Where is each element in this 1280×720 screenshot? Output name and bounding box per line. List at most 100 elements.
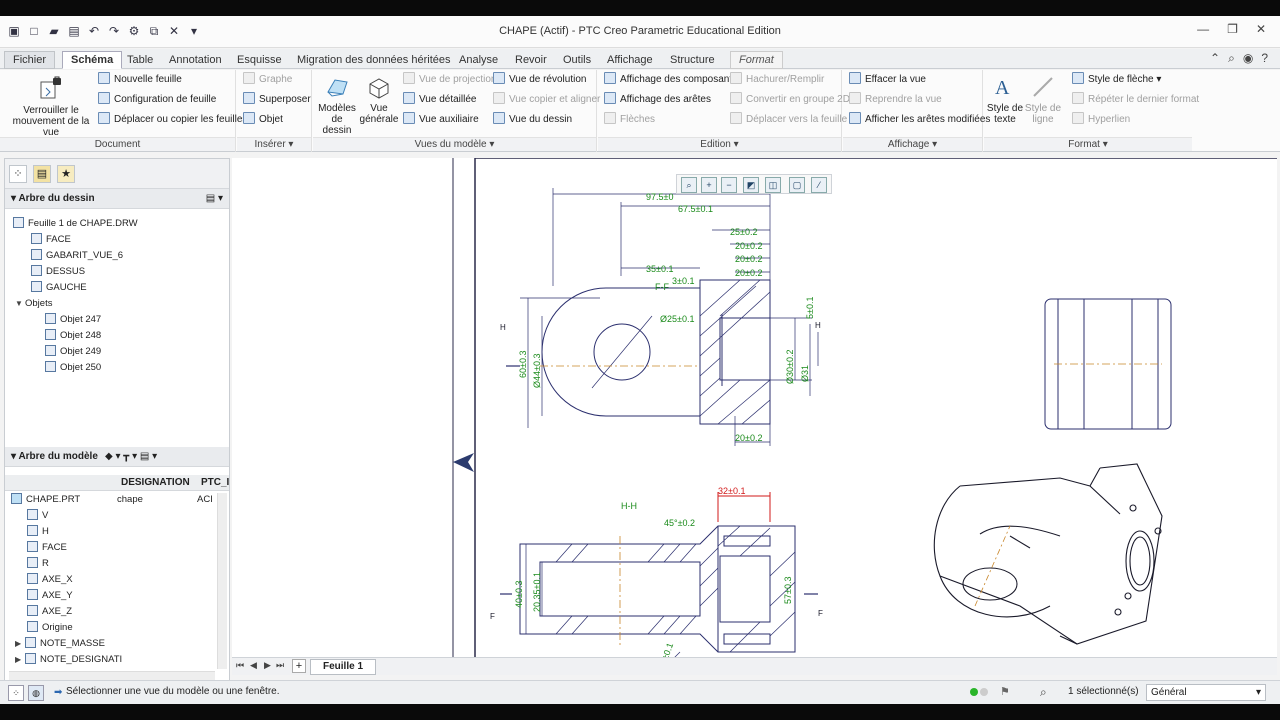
model-row-r[interactable]: R	[27, 557, 49, 571]
cut-label-h-left[interactable]: H	[500, 323, 506, 332]
tree-item-sheet[interactable]: Feuille 1 de CHAPE.DRW	[13, 217, 138, 231]
minimize-icon[interactable]: —	[1197, 22, 1209, 36]
dim-57[interactable]: 57±0.3	[783, 577, 793, 604]
dim-20-bottom[interactable]: 20±0.2	[735, 433, 762, 443]
display-style-icon[interactable]: ◫	[765, 177, 781, 193]
group-label-edition[interactable]: Edition ▾	[598, 137, 841, 151]
cut-label-f-right[interactable]: F	[818, 609, 823, 618]
tab-fichier[interactable]: Fichier	[4, 51, 56, 69]
sheet-nav-last-icon[interactable]: ⏭	[276, 660, 284, 671]
collapse-ribbon-icon[interactable]: ⌃	[1210, 51, 1220, 66]
sheet-nav-next-icon[interactable]: ▶	[264, 660, 271, 671]
drawing-canvas[interactable]: 97.5±0 67.5±0.1 25±0.2 20±0.2 20±0.2 20±…	[232, 157, 1277, 673]
drawing-view-button[interactable]: Vue du dessin	[493, 112, 572, 128]
tree-item-objet247[interactable]: Objet 247	[45, 313, 101, 327]
model-row-axe-y[interactable]: AXE_Y	[27, 589, 73, 603]
browser-toggle-icon[interactable]: ◍	[28, 685, 44, 701]
model-tree-scrollbar[interactable]	[217, 493, 227, 669]
tab-annotation[interactable]: Annotation	[160, 51, 231, 69]
expand-icon[interactable]: ▶	[15, 637, 25, 651]
text-style-button[interactable]: A Style de texte	[986, 74, 1024, 125]
expand-icon[interactable]: ▼	[15, 297, 25, 311]
dim-45deg[interactable]: 45°±0.2	[664, 518, 695, 528]
dim-5[interactable]: 5±0.1	[805, 297, 815, 319]
cut-label-h-right[interactable]: H	[815, 321, 821, 330]
dim-35[interactable]: 35±0.1	[646, 264, 673, 274]
tree-item-objet248[interactable]: Objet 248	[45, 329, 101, 343]
repeat-format-button[interactable]: Répéter le dernier format	[1072, 92, 1199, 108]
group-label-format[interactable]: Format ▾	[984, 137, 1192, 151]
model-row-origine[interactable]: Origine	[27, 621, 73, 635]
arrow-style-button[interactable]: Style de flèche ▾	[1072, 72, 1161, 88]
zoom-out-icon[interactable]: −	[721, 177, 737, 193]
drawing-tree-header[interactable]: ▾ Arbre du dessin ▤ ▾	[5, 189, 229, 209]
model-row-axe-x[interactable]: AXE_X	[27, 573, 73, 587]
add-sheet-icon[interactable]: +	[292, 659, 306, 673]
dim-97[interactable]: 97.5±0	[646, 192, 673, 202]
dim-phi25[interactable]: Ø25±0.1	[660, 314, 694, 324]
auxiliary-view-button[interactable]: Vue auxiliaire	[403, 112, 479, 128]
projection-view-button[interactable]: Vue de projection	[403, 72, 496, 88]
dim-60[interactable]: 60±0.3	[518, 351, 528, 378]
tree-item-gauche[interactable]: GAUCHE	[31, 281, 87, 295]
lock-view-button[interactable]: Verrouiller le mouvement de la vue	[8, 76, 94, 138]
overlay-button[interactable]: Superposer	[243, 92, 311, 108]
cut-label-f-left[interactable]: F	[490, 612, 495, 621]
model-tree-tools-icon[interactable]: ◆ ▾ ┳ ▾ ▤ ▾	[105, 447, 157, 467]
group-label-inserer[interactable]: Insérer ▾	[237, 137, 311, 151]
graph-button[interactable]: Graphe	[243, 72, 292, 88]
expand-icon[interactable]: ▶	[15, 653, 25, 667]
tree-item-face[interactable]: FACE	[31, 233, 71, 247]
model-row-note-masse[interactable]: ▶ NOTE_MASSE	[15, 637, 105, 651]
tab-schema[interactable]: Schéma	[62, 51, 123, 69]
convert-2d-button[interactable]: Convertir en groupe 2D	[730, 92, 850, 108]
search-icon[interactable]: ⌕	[1228, 51, 1235, 66]
group-label-affichage[interactable]: Affichage ▾	[843, 137, 982, 151]
resume-view-button[interactable]: Reprendre la vue	[849, 92, 942, 108]
new-sheet-button[interactable]: Nouvelle feuille	[98, 72, 182, 88]
dim-40[interactable]: 40±0.3	[514, 581, 524, 608]
flag-icon[interactable]: ⚑	[1000, 685, 1010, 698]
dim-20a[interactable]: 20±0.2	[735, 241, 762, 251]
datum-display-icon[interactable]: ⁄	[811, 177, 827, 193]
object-button[interactable]: Objet	[243, 112, 283, 128]
tab-format[interactable]: Format	[730, 51, 783, 69]
dim-20b[interactable]: 20±0.2	[735, 254, 762, 264]
tree-item-objets[interactable]: ▼ Objets	[15, 297, 52, 311]
tree-settings-icon[interactable]: ▤ ▾	[206, 189, 223, 209]
model-row-face[interactable]: FACE	[27, 541, 67, 555]
erase-view-button[interactable]: Effacer la vue	[849, 72, 926, 88]
model-row-v[interactable]: V	[27, 509, 48, 523]
component-display-button[interactable]: Affichage des composants	[604, 72, 737, 88]
zoom-in-icon[interactable]: +	[701, 177, 717, 193]
dim-phi44[interactable]: Ø44±0.3	[532, 354, 542, 388]
navigator-toggle-icon[interactable]: ⁘	[8, 685, 24, 701]
sheet-tab-1[interactable]: Feuille 1	[310, 659, 377, 675]
model-row-h[interactable]: H	[27, 525, 49, 539]
tab-outils[interactable]: Outils	[554, 51, 600, 69]
tree-item-gabarit[interactable]: GABARIT_VUE_6	[31, 249, 123, 263]
model-row-axe-z[interactable]: AXE_Z	[27, 605, 72, 619]
dim-20-35[interactable]: 20.35±0.1	[532, 572, 542, 612]
hyperlink-button[interactable]: Hyperlien	[1072, 112, 1130, 128]
community-icon[interactable]: ◉	[1243, 51, 1253, 66]
hatch-fill-button[interactable]: Hachurer/Remplir	[730, 72, 824, 88]
drawing-sheet[interactable]: 97.5±0 67.5±0.1 25±0.2 20±0.2 20±0.2 20±…	[232, 157, 1277, 673]
line-style-button[interactable]: Style de ligne	[1024, 74, 1062, 125]
dim-67[interactable]: 67.5±0.1	[678, 204, 713, 214]
tab-analyse[interactable]: Analyse	[450, 51, 507, 69]
refit-icon[interactable]: ⌕	[681, 177, 697, 193]
section-label-hh[interactable]: H-H	[621, 501, 637, 511]
close-icon[interactable]: ✕	[1256, 22, 1266, 36]
favorites-icon[interactable]: ★	[57, 165, 75, 183]
show-modified-edges-button[interactable]: Afficher les arêtes modifiées	[849, 112, 990, 128]
dim-25[interactable]: 25±0.2	[730, 227, 757, 237]
tab-affichage[interactable]: Affichage	[598, 51, 662, 69]
drawing-models-button[interactable]: Modèles de dessin	[317, 74, 357, 136]
section-label-ff[interactable]: F-F	[655, 282, 669, 292]
repaint-icon[interactable]: ◩	[743, 177, 759, 193]
tab-structure[interactable]: Structure	[661, 51, 724, 69]
move-sheets-button[interactable]: Déplacer ou copier les feuilles	[98, 112, 247, 128]
saved-orientations-icon[interactable]: ▢	[789, 177, 805, 193]
general-view-button[interactable]: Vue générale	[359, 74, 399, 125]
